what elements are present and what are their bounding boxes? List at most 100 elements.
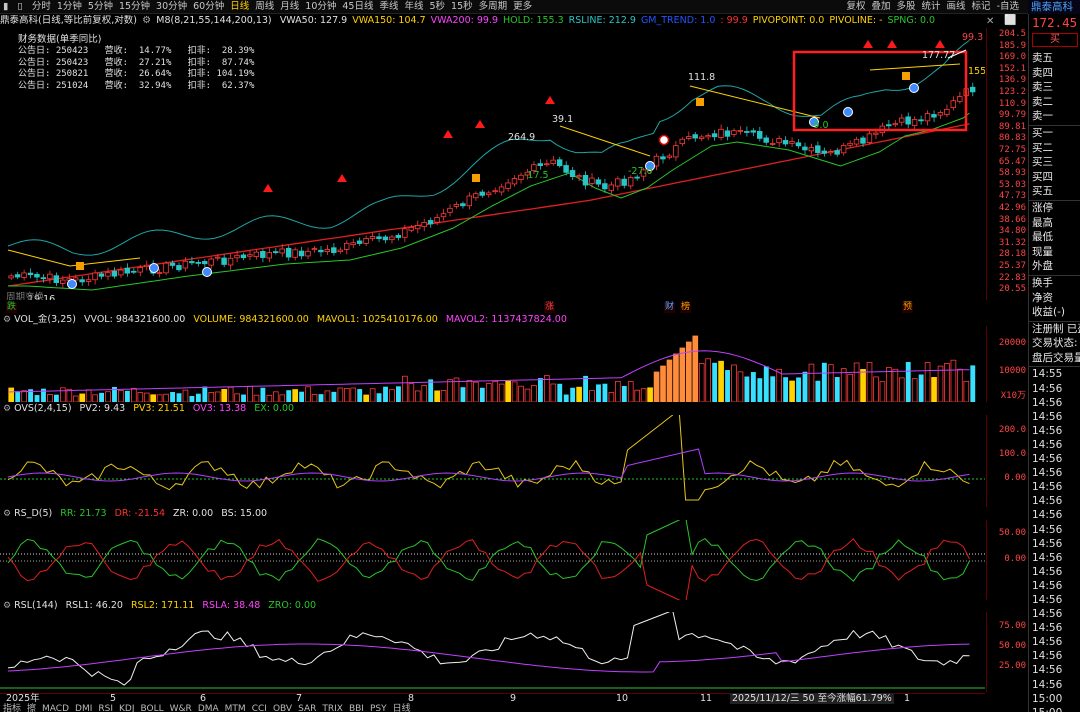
candlestick[interactable] [492,190,498,193]
candlestick[interactable] [266,252,272,259]
candlestick[interactable] [957,96,963,102]
candlestick[interactable] [705,135,711,138]
indicator-tab[interactable]: TRIX [319,703,346,712]
candlestick[interactable] [382,236,389,241]
candlestick[interactable] [795,142,802,147]
buy-signal-marker[interactable] [909,83,919,93]
candlestick[interactable] [124,267,131,274]
panel-left-icon[interactable]: ▮ [0,0,11,13]
candlestick[interactable] [595,179,602,185]
candlestick[interactable] [118,269,124,276]
indicator-tab[interactable]: MTM [222,703,249,712]
candlestick[interactable] [892,123,898,126]
candlestick[interactable] [305,250,311,257]
candlestick[interactable] [279,248,285,254]
candlestick[interactable] [789,141,795,144]
toolbar-action[interactable]: 标记 [969,0,994,13]
candlestick[interactable] [556,159,563,167]
indicator-tab[interactable]: MACD [39,703,72,712]
candlestick[interactable] [673,145,679,158]
candlestick[interactable] [511,178,518,185]
candlestick[interactable] [195,262,202,264]
candlestick[interactable] [550,159,556,164]
candlestick[interactable] [356,240,363,244]
indicator-tab[interactable]: W&R [167,703,195,712]
candlestick[interactable] [337,249,343,252]
candlestick[interactable] [253,251,260,257]
period-tab[interactable]: 季线 [376,0,401,13]
candlestick[interactable] [485,192,492,196]
candlestick[interactable] [776,138,782,144]
candlestick[interactable] [931,114,937,118]
period-tab[interactable]: 15秒 [448,0,476,13]
period-tab[interactable]: 年线 [401,0,426,13]
candlestick[interactable] [369,236,376,239]
period-tab[interactable]: 多周期 [476,0,511,13]
candlestick[interactable] [589,177,595,184]
candlestick[interactable] [414,225,421,230]
rsd-settings-gear-icon[interactable]: ⚙ [3,509,11,519]
period-tab[interactable]: 1分钟 [54,0,85,13]
period-tab[interactable]: 60分钟 [190,0,227,13]
indicator-tab[interactable]: SAR [295,703,319,712]
candlestick[interactable] [731,130,737,135]
candlestick[interactable] [40,277,47,280]
candlestick[interactable] [802,146,808,151]
event-marker[interactable]: 涨 [544,302,556,313]
candlestick[interactable] [176,265,182,271]
candlestick[interactable] [866,133,873,143]
candlestick[interactable] [408,226,414,231]
candlestick[interactable] [621,178,627,186]
candlestick[interactable] [479,191,485,196]
candlestick[interactable] [847,142,853,146]
chart-close-icon[interactable]: ✕ [986,16,994,27]
candlestick[interactable] [460,203,466,207]
candlestick[interactable] [608,184,615,191]
event-marker[interactable]: 跌 [6,302,18,313]
candlestick[interactable] [260,251,266,258]
candlestick[interactable] [324,249,331,253]
candlestick[interactable] [711,133,718,138]
candlestick[interactable] [201,261,208,265]
candlestick[interactable] [498,186,505,193]
candlestick[interactable] [98,273,105,277]
candlestick[interactable] [821,150,827,154]
candlestick[interactable] [453,203,460,207]
candlestick[interactable] [827,151,834,154]
candlestick[interactable] [402,228,408,238]
indicator-tab[interactable]: PSY [367,703,390,712]
candlestick[interactable] [886,124,892,127]
period-tab[interactable]: 月线 [277,0,302,13]
candlestick[interactable] [944,108,950,115]
panel-split-icon[interactable]: ▯ [14,0,25,13]
indicator-tab[interactable]: 擦 [24,703,39,712]
candlestick[interactable] [698,136,705,139]
period-tab[interactable]: 周线 [252,0,277,13]
candlestick[interactable] [505,182,511,189]
candlestick[interactable] [272,251,279,254]
ovs-settings-gear-icon[interactable]: ⚙ [3,404,11,414]
candlestick[interactable] [8,275,14,279]
buy-signal-marker[interactable] [202,267,212,277]
candlestick[interactable] [163,262,169,274]
candlestick[interactable] [686,136,692,139]
candlestick[interactable] [60,279,66,284]
candlestick[interactable] [208,258,214,266]
indicator-tab[interactable]: KDJ [116,703,138,712]
candlestick[interactable] [911,119,918,126]
toolbar-action[interactable]: -自选 [994,0,1022,13]
ovs-indicator-chart[interactable] [0,415,985,507]
candlestick[interactable] [182,260,189,269]
candlestick[interactable] [937,112,944,116]
candlestick[interactable] [131,270,137,273]
plus-marker[interactable] [658,134,670,146]
candlestick[interactable] [718,128,724,138]
indicator-tab[interactable]: CCI [249,703,270,712]
toolbar-action[interactable]: 多股 [894,0,919,13]
candlestick[interactable] [853,138,860,145]
candlestick[interactable] [544,163,550,166]
candlestick[interactable] [582,174,589,186]
buy-signal-marker[interactable] [149,263,159,273]
candlestick[interactable] [227,257,234,266]
candlestick[interactable] [969,86,976,93]
